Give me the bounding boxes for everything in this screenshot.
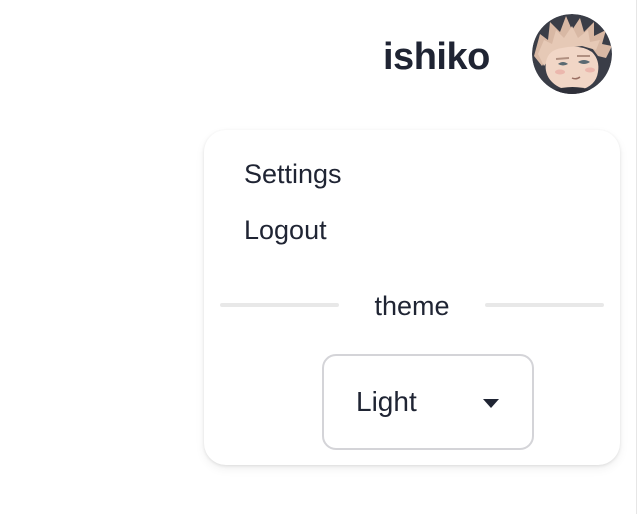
avatar[interactable] xyxy=(532,14,612,94)
theme-select[interactable]: Light xyxy=(322,354,534,450)
theme-divider-left xyxy=(220,303,339,307)
username: ishiko xyxy=(383,36,490,78)
user-dropdown-menu: Settings Logout theme Light xyxy=(204,130,620,465)
page: ishiko Settings Logout theme Light xyxy=(0,0,640,514)
avatar-image-icon xyxy=(532,14,612,94)
right-edge-divider xyxy=(636,0,637,514)
menu-item-logout[interactable]: Logout xyxy=(244,213,327,247)
theme-select-value: Light xyxy=(356,386,417,417)
caret-down-icon xyxy=(483,399,499,408)
theme-divider-right xyxy=(485,303,604,307)
theme-divider-label: theme xyxy=(374,291,450,321)
menu-item-settings[interactable]: Settings xyxy=(244,157,342,191)
